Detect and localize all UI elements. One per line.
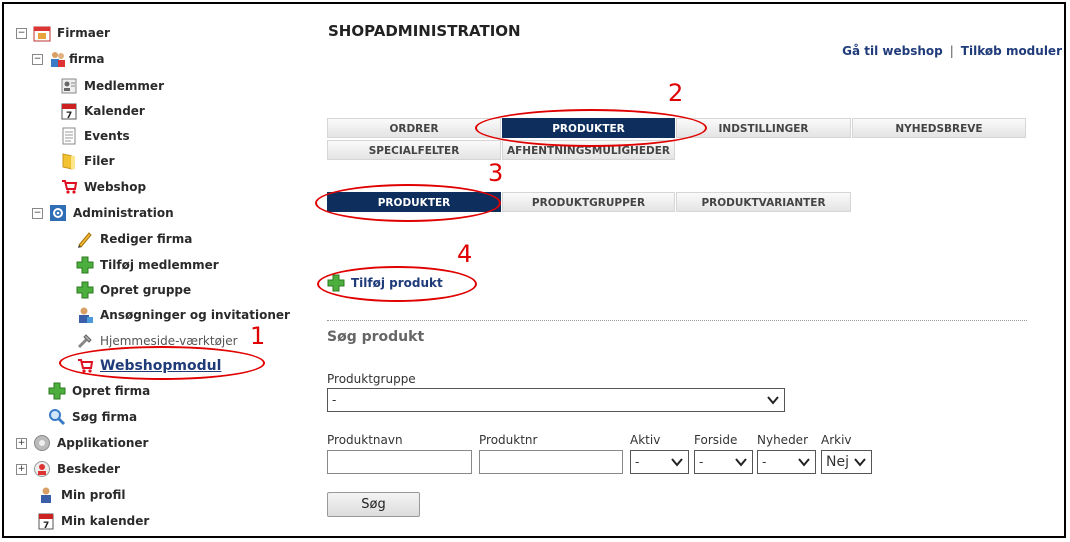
- calendar-icon: 7: [37, 512, 55, 530]
- tree-item-administration[interactable]: − Administration: [32, 202, 174, 224]
- search-icon: [48, 408, 66, 426]
- annotation-number-4: 4: [457, 240, 473, 268]
- section-divider: [327, 320, 1027, 321]
- forside-select[interactable]: -: [694, 450, 753, 474]
- document-icon: [60, 127, 78, 145]
- sidebar-tree: − Firmaer − firma Medlemmer 7 Kalender E…: [4, 4, 304, 536]
- nyheder-label: Nyheder: [757, 433, 808, 447]
- search-section-title: Søg produkt: [327, 329, 425, 345]
- svg-text:7: 7: [66, 111, 72, 120]
- subtab-produktgrupper[interactable]: PRODUKTGRUPPER: [502, 192, 675, 212]
- chevron-down-icon: [798, 458, 810, 467]
- expand-icon[interactable]: +: [16, 437, 27, 449]
- tab-indstillinger[interactable]: INDSTILLINGER: [676, 118, 851, 138]
- svg-text:7: 7: [43, 521, 49, 530]
- produktnr-label: Produktnr: [479, 433, 538, 447]
- plus-icon: [76, 281, 94, 299]
- calendar-icon: 7: [60, 102, 78, 120]
- tree-item-rediger-firma[interactable]: Rediger firma: [76, 228, 192, 250]
- annotation-number-2: 2: [668, 79, 684, 107]
- arkiv-select[interactable]: Nej: [821, 450, 872, 474]
- tree-item-tilfoej-medlemmer[interactable]: Tilføj medlemmer: [76, 254, 219, 276]
- subtab-produkter[interactable]: PRODUKTER: [327, 192, 501, 212]
- link-separator: |: [949, 44, 954, 58]
- aktiv-label: Aktiv: [630, 433, 661, 447]
- tab-afhentningsmuligheder[interactable]: AFHENTNINGSMULIGHEDER: [502, 140, 675, 160]
- tab-ordrer[interactable]: ORDRER: [327, 118, 501, 138]
- forside-label: Forside: [694, 433, 738, 447]
- chevron-down-icon: [671, 458, 683, 467]
- produktnr-input[interactable]: [479, 450, 623, 474]
- arkiv-label: Arkiv: [821, 433, 852, 447]
- messages-icon: [33, 460, 51, 478]
- page-title: SHOPADMINISTRATION: [328, 22, 521, 40]
- add-product-button[interactable]: Tilføj produkt: [327, 274, 443, 292]
- search-button[interactable]: Søg: [327, 492, 420, 517]
- contact-card-icon: [60, 77, 78, 95]
- produktgruppe-select[interactable]: -: [327, 388, 785, 412]
- tree-item-filer[interactable]: Filer: [60, 150, 114, 172]
- tree-item-firma[interactable]: − firma: [32, 48, 104, 70]
- tree-item-kalender[interactable]: 7 Kalender: [60, 100, 145, 122]
- produktnavn-label: Produktnavn: [327, 433, 403, 447]
- applications-icon: [33, 434, 51, 452]
- tab-specialfelter[interactable]: SPECIALFELTER: [327, 140, 501, 160]
- annotation-number-3: 3: [488, 159, 504, 187]
- tab-produkter[interactable]: PRODUKTER: [502, 118, 675, 138]
- group-icon: [49, 50, 67, 68]
- produktgruppe-label: Produktgruppe: [327, 372, 416, 386]
- tree-item-soeg-firma[interactable]: Søg firma: [48, 406, 137, 428]
- plus-icon: [48, 382, 66, 400]
- tree-item-beskeder[interactable]: + Beskeder: [16, 458, 120, 480]
- plus-icon: [76, 256, 94, 274]
- buy-modules-link[interactable]: Tilkøb moduler: [961, 44, 1062, 58]
- pencil-icon: [76, 230, 94, 248]
- chevron-down-icon: [854, 458, 866, 467]
- tools-icon: [76, 332, 94, 350]
- plus-icon: [327, 274, 345, 292]
- tree-item-hjemmeside-vaerktoejer[interactable]: Hjemmeside-værktøjer: [76, 330, 238, 352]
- tree-item-webshopmodul[interactable]: Webshopmodul: [76, 355, 221, 377]
- chevron-down-icon: [735, 458, 747, 467]
- tree-item-opret-firma[interactable]: Opret firma: [48, 380, 150, 402]
- shopping-cart-icon: [76, 357, 94, 375]
- aktiv-select[interactable]: -: [630, 450, 689, 474]
- tree-item-opret-gruppe[interactable]: Opret gruppe: [76, 279, 191, 301]
- collapse-icon[interactable]: −: [32, 53, 43, 65]
- annotation-number-1: 1: [250, 322, 266, 350]
- collapse-icon[interactable]: −: [32, 207, 43, 219]
- goto-webshop-link[interactable]: Gå til webshop: [842, 44, 943, 58]
- nyheder-select[interactable]: -: [757, 450, 816, 474]
- chevron-down-icon: [767, 396, 779, 405]
- user-icon: [37, 486, 55, 504]
- screenshot-frame: − Firmaer − firma Medlemmer 7 Kalender E…: [2, 2, 1066, 538]
- subtab-produktvarianter[interactable]: PRODUKTVARIANTER: [676, 192, 851, 212]
- tree-item-medlemmer[interactable]: Medlemmer: [60, 75, 164, 97]
- tree-item-min-profil[interactable]: Min profil: [37, 484, 126, 506]
- tree-item-min-kalender[interactable]: 7 Min kalender: [37, 510, 149, 532]
- user-icon: [76, 306, 94, 324]
- calendar-icon: [33, 24, 51, 42]
- header-links: Gå til webshop | Tilkøb moduler: [842, 44, 1062, 58]
- collapse-icon[interactable]: −: [16, 27, 27, 39]
- tree-item-firmaer[interactable]: − Firmaer: [16, 22, 110, 44]
- expand-icon[interactable]: +: [16, 463, 27, 475]
- shopping-cart-icon: [60, 178, 78, 196]
- tree-item-events[interactable]: Events: [60, 125, 130, 147]
- settings-icon: [49, 204, 67, 222]
- tree-item-webshop[interactable]: Webshop: [60, 176, 146, 198]
- main-content: SHOPADMINISTRATION Gå til webshop | Tilkøb…: [315, 4, 1064, 536]
- produktnavn-input[interactable]: [327, 450, 472, 474]
- tree-item-applikationer[interactable]: + Applikationer: [16, 432, 148, 454]
- folder-icon: [60, 152, 78, 170]
- tab-nyhedsbreve[interactable]: NYHEDSBREVE: [852, 118, 1026, 138]
